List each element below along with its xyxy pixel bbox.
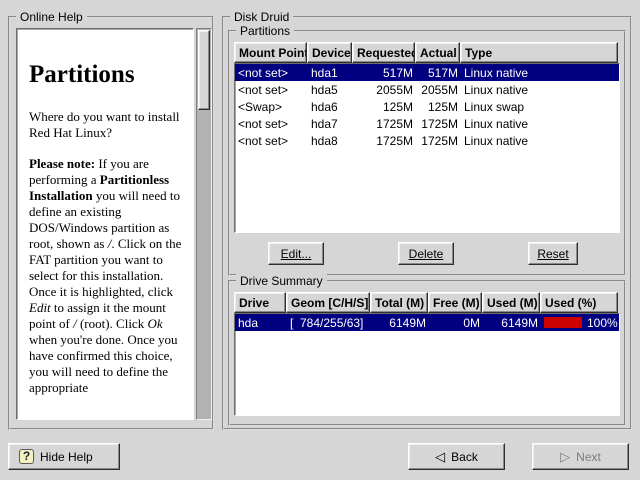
drive-summary-list[interactable]: hda[ 784/255/63]6149M0M6149M100% (234, 313, 620, 416)
next-button-label: Next (576, 450, 601, 464)
disk-druid-frame: Disk Druid Partitions Mount PointDeviceR… (222, 16, 632, 430)
drive-summary-frame: Drive Summary DriveGeom [C/H/S]Total (M)… (228, 280, 626, 426)
hide-help-button[interactable]: ? Hide Help (8, 443, 120, 470)
partition-cell: Linux swap (461, 100, 619, 114)
back-button-label: Back (451, 450, 478, 464)
partition-cell: 1725M (353, 117, 416, 131)
partition-cell: hda5 (308, 83, 353, 97)
partition-row[interactable]: <not set>hda52055M2055MLinux native (235, 81, 619, 98)
partition-cell: 1725M (353, 134, 416, 148)
partition-cell: 517M (353, 66, 416, 80)
partition-row[interactable]: <not set>hda1517M517MLinux native (235, 64, 619, 81)
partition-cell: <Swap> (235, 100, 308, 114)
column-header[interactable]: Used (%) (540, 292, 618, 313)
used-percent-cell: 100% (541, 316, 619, 330)
partition-cell: <not set> (235, 66, 308, 80)
partitions-list[interactable]: <not set>hda1517M517MLinux native<not se… (234, 63, 620, 233)
delete-button[interactable]: Delete (398, 242, 454, 265)
column-header[interactable]: Mount Point (234, 42, 307, 63)
reset-button-label: Reset (537, 247, 568, 261)
column-header[interactable]: Device (307, 42, 352, 63)
hide-help-button-label: Hide Help (40, 450, 93, 464)
partition-cell: hda1 (308, 66, 353, 80)
drive-cell: 6149M (371, 316, 429, 330)
online-help-frame-label: Online Help (16, 10, 87, 25)
help-content: Partitions Where do you want to install … (17, 29, 193, 396)
partition-row[interactable]: <not set>hda81725M1725MLinux native (235, 132, 619, 149)
drive-cell: 6149M (483, 316, 541, 330)
used-percent-bar (544, 317, 582, 328)
help-text-segment: Please note: (29, 156, 98, 171)
column-header[interactable]: Actual (415, 42, 460, 63)
help-question-icon: ? (19, 449, 34, 464)
partition-row[interactable]: <not set>hda71725M1725MLinux native (235, 115, 619, 132)
column-header[interactable]: Used (M) (482, 292, 540, 313)
partition-cell: hda6 (308, 100, 353, 114)
partition-cell: hda8 (308, 134, 353, 148)
partition-cell: 125M (416, 100, 461, 114)
partition-cell: <not set> (235, 117, 308, 131)
drive-cell: 0M (429, 316, 483, 330)
drive-summary-header: DriveGeom [C/H/S]Total (M)Free (M)Used (… (234, 292, 618, 313)
column-header[interactable]: Requested (352, 42, 415, 63)
next-arrow-icon: ▷ (560, 450, 570, 463)
drive-summary-frame-label: Drive Summary (236, 274, 327, 289)
disk-druid-frame-label: Disk Druid (230, 10, 293, 25)
partition-cell: Linux native (461, 66, 619, 80)
drive-cell: hda (235, 316, 287, 330)
column-header[interactable]: Geom [C/H/S] (286, 292, 370, 313)
partition-cell: <not set> (235, 134, 308, 148)
next-button[interactable]: ▷ Next (532, 443, 629, 470)
installer-window: Online Help Partitions Where do you want… (0, 0, 640, 480)
help-text-segment: Where do you want to install Red Hat Lin… (29, 109, 180, 140)
column-header[interactable]: Type (460, 42, 618, 63)
drive-row[interactable]: hda[ 784/255/63]6149M0M6149M100% (235, 314, 619, 331)
online-help-frame: Online Help Partitions Where do you want… (8, 16, 214, 430)
help-scrollbar-thumb[interactable] (198, 30, 210, 110)
partition-cell: 2055M (353, 83, 416, 97)
help-scrollbar[interactable] (196, 28, 212, 420)
partition-cell: 1725M (416, 117, 461, 131)
partition-cell: hda7 (308, 117, 353, 131)
partition-cell: <not set> (235, 83, 308, 97)
reset-button[interactable]: Reset (528, 242, 578, 265)
partition-row[interactable]: <Swap>hda6125M125MLinux swap (235, 98, 619, 115)
help-text-segment: (root). Click (77, 316, 148, 331)
partition-cell: 1725M (416, 134, 461, 148)
partition-cell: 2055M (416, 83, 461, 97)
help-viewport: Partitions Where do you want to install … (16, 28, 194, 420)
column-header[interactable]: Free (M) (428, 292, 482, 313)
column-header[interactable]: Drive (234, 292, 286, 313)
edit-button[interactable]: Edit... (268, 242, 324, 265)
help-paragraphs: Where do you want to install Red Hat Lin… (29, 109, 183, 396)
partition-cell: Linux native (461, 83, 619, 97)
back-button[interactable]: ◁ Back (408, 443, 505, 470)
help-paragraph: Please note: If you are performing a Par… (29, 156, 183, 396)
partition-cell: Linux native (461, 117, 619, 131)
delete-button-label: Delete (409, 247, 444, 261)
partitions-frame: Partitions Mount PointDeviceRequestedAct… (228, 30, 626, 276)
help-text-segment: Ok (147, 316, 162, 331)
partition-cell: 517M (416, 66, 461, 80)
column-header[interactable]: Total (M) (370, 292, 428, 313)
partitions-header: Mount PointDeviceRequestedActualType (234, 42, 618, 63)
partition-cell: Linux native (461, 134, 619, 148)
used-percent-value: 100% (587, 316, 618, 330)
edit-button-label: Edit... (281, 247, 312, 261)
partition-cell: 125M (353, 100, 416, 114)
help-paragraph: Where do you want to install Red Hat Lin… (29, 109, 183, 141)
back-arrow-icon: ◁ (435, 450, 445, 463)
partitions-frame-label: Partitions (236, 24, 294, 39)
help-text-segment: Edit (29, 300, 51, 315)
help-text-segment: when you're done. Once you have confirme… (29, 332, 178, 395)
drive-cell: [ 784/255/63] (287, 316, 371, 330)
help-title: Partitions (29, 61, 183, 89)
